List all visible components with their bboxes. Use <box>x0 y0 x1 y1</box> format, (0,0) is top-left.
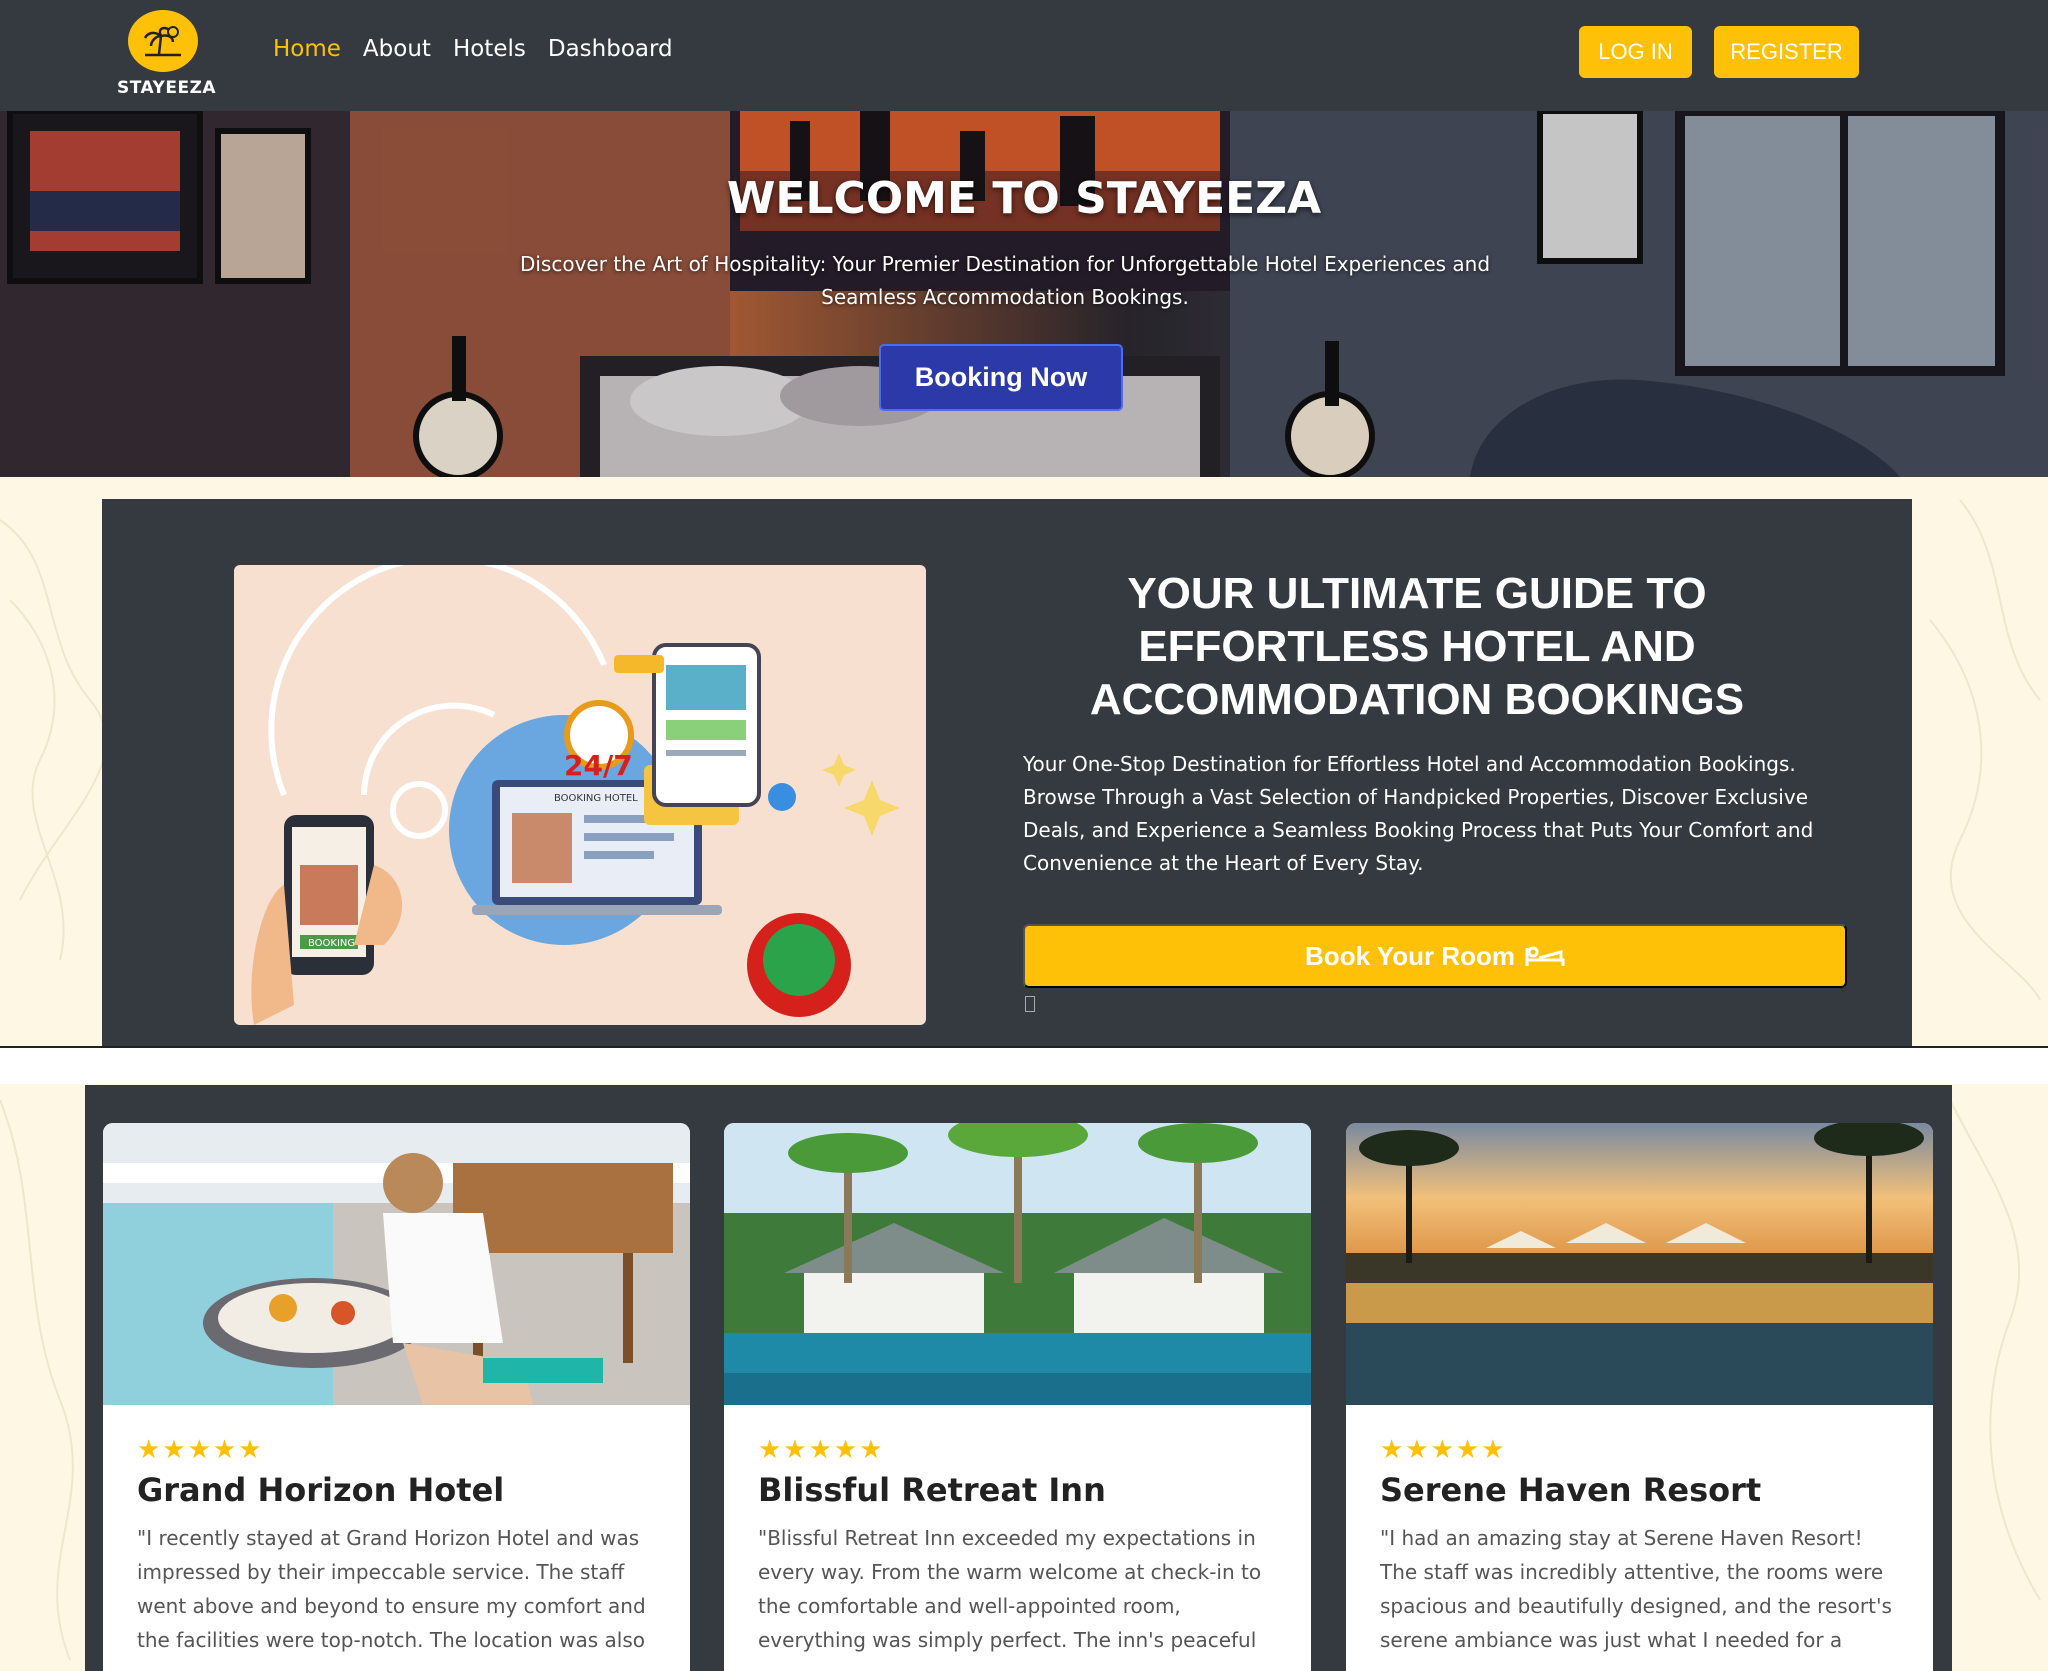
hotel-image-palm-bungalows <box>724 1123 1311 1405</box>
svg-text:BOOKING: BOOKING <box>308 938 355 949</box>
hotel-image-sunset-pool <box>1346 1123 1933 1405</box>
hero-title: WELCOME TO STAYEEZA <box>726 173 1322 224</box>
hero-banner: WELCOME TO STAYEEZA Discover the Art of … <box>0 111 2048 477</box>
hotel-review: "Blissful Retreat Inn exceeded my expect… <box>758 1526 1262 1652</box>
nav-link-dashboard[interactable]: Dashboard <box>548 36 673 62</box>
hotel-review: "I had an amazing stay at Serene Haven R… <box>1380 1526 1892 1652</box>
booking-guide-section: BOOKING HOTEL 24/7 BOOKING YOUR ULTIMATE… <box>102 499 1912 1048</box>
star-rating-icon: ★★★★★ <box>758 1435 885 1465</box>
hotel-card[interactable]: ★★★★★ Blissful Retreat Inn "Blissful Ret… <box>724 1123 1311 1671</box>
navbar: STAYEEZA Home About Hotels Dashboard LOG… <box>0 0 2048 111</box>
star-rating-icon: ★★★★★ <box>137 1435 264 1465</box>
hotel-card-body: ★★★★★ Blissful Retreat Inn "Blissful Ret… <box>724 1405 1311 1657</box>
book-your-room-label: Book Your Room <box>1305 940 1515 971</box>
hotel-reviews-section: ★★★★★ Grand Horizon Hotel "I recently st… <box>85 1085 1952 1671</box>
nav-link-home[interactable]: Home <box>273 36 341 62</box>
hotel-card[interactable]: ★★★★★ Grand Horizon Hotel "I recently st… <box>103 1123 690 1671</box>
guide-title: YOUR ULTIMATE GUIDE TO EFFORTLESS HOTEL … <box>1089 569 1745 724</box>
nav-link-about[interactable]: About <box>363 36 431 62</box>
hotel-card-body: ★★★★★ Serene Haven Resort "I had an amaz… <box>1346 1405 1933 1657</box>
hotel-card[interactable]: ★★★★★ Serene Haven Resort "I had an amaz… <box>1346 1123 1933 1671</box>
svg-text:24/7: 24/7 <box>564 749 633 782</box>
star-rating-icon: ★★★★★ <box>1380 1435 1507 1465</box>
brand-name: STAYEEZA <box>117 78 217 98</box>
hotel-image-pool-breakfast <box>103 1123 690 1405</box>
hero-subtitle: Discover the Art of Hospitality: Your Pr… <box>519 252 1491 309</box>
hotel-card-body: ★★★★★ Grand Horizon Hotel "I recently st… <box>103 1405 690 1657</box>
brand-logo[interactable]: STAYEEZA <box>117 10 217 98</box>
palm-tree-icon <box>128 10 198 72</box>
hotel-name: Serene Haven Resort <box>1380 1471 1762 1509</box>
booking-illustration: BOOKING HOTEL 24/7 BOOKING <box>234 565 926 1025</box>
nav-link-hotels[interactable]: Hotels <box>453 36 526 62</box>
svg-text:BOOKING HOTEL: BOOKING HOTEL <box>554 793 638 804</box>
broken-image-icon <box>1025 996 1035 1012</box>
main-nav: Home About Hotels Dashboard <box>273 36 673 62</box>
guide-description: Your One-Stop Destination for Effortless… <box>1023 752 1814 875</box>
book-your-room-button[interactable]: Book Your Room <box>1023 924 1847 988</box>
bed-icon <box>1525 946 1565 966</box>
booking-now-button[interactable]: Booking Now <box>879 344 1123 411</box>
section-gap <box>0 1048 2048 1084</box>
login-button[interactable]: LOG IN <box>1579 26 1692 78</box>
hotel-name: Blissful Retreat Inn <box>758 1471 1106 1509</box>
register-button[interactable]: REGISTER <box>1714 26 1859 78</box>
hotel-review: "I recently stayed at Grand Horizon Hote… <box>137 1526 646 1652</box>
hotel-name: Grand Horizon Hotel <box>137 1471 505 1509</box>
